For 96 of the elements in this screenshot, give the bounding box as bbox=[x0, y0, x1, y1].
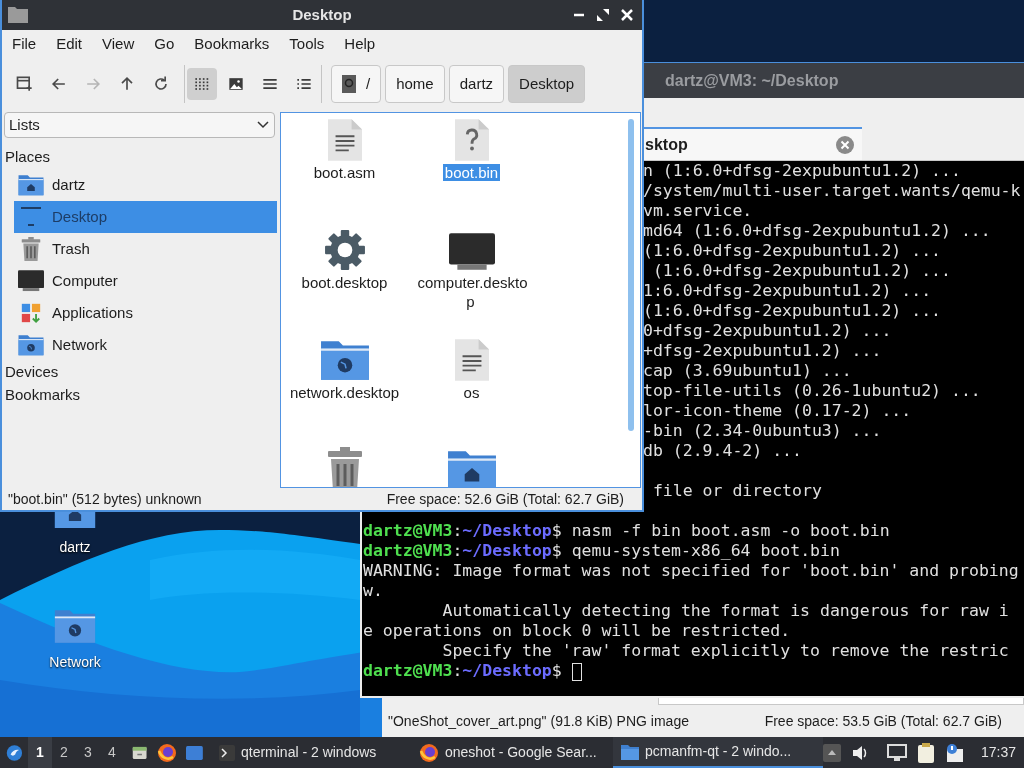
terminal-line: Specify the 'raw' format explicitly to remove the restric bbox=[441, 641, 1009, 661]
terminal-line: e operations on block 0 will be restricted. bbox=[363, 621, 791, 641]
close-icon[interactable] bbox=[620, 8, 634, 22]
section-header: Places bbox=[5, 146, 51, 167]
folder-icon bbox=[620, 743, 639, 760]
menu-item[interactable]: Bookmarks bbox=[194, 32, 270, 56]
chevron-down-icon bbox=[256, 120, 270, 130]
new-tab-icon bbox=[15, 74, 35, 94]
terminal-tab[interactable]: sktop bbox=[644, 127, 862, 160]
terminal-line: (1:6.0+dfsg-2expubuntu1.2) ... bbox=[651, 261, 951, 281]
desktop-icon-label[interactable]: Network bbox=[49, 652, 101, 673]
notification-icon[interactable] bbox=[944, 742, 965, 763]
sidebar-item[interactable]: Applications bbox=[14, 297, 277, 329]
menu-item[interactable]: Tools bbox=[289, 32, 325, 56]
sidebar-item[interactable]: Network bbox=[14, 329, 277, 361]
trash-icon bbox=[326, 447, 363, 487]
sidebar-item[interactable]: Trash bbox=[14, 233, 277, 265]
terminal-line: w. bbox=[363, 581, 383, 601]
grid-item[interactable]: computer.desktop bbox=[408, 223, 535, 333]
task-button[interactable]: oneshot - Google Sear... bbox=[410, 737, 609, 768]
grid-item[interactable]: boot.asm bbox=[281, 113, 408, 223]
text-file-icon bbox=[454, 339, 489, 381]
scrollbar[interactable] bbox=[628, 119, 634, 431]
text-file-icon bbox=[327, 119, 362, 161]
dropdown[interactable]: Lists bbox=[4, 112, 275, 138]
terminal-line: lor-icon-theme (0.17-2) ... bbox=[643, 401, 912, 421]
section-header: Devices bbox=[5, 362, 59, 383]
task-button[interactable]: qterminal - 2 windows bbox=[210, 737, 407, 768]
network-icon[interactable] bbox=[886, 743, 907, 762]
menu-item[interactable]: View bbox=[102, 32, 135, 56]
status-text: "OneShot_cover_art.png" (91.8 KiB) PNG image bbox=[388, 711, 689, 731]
terminal-line: +dfsg-2expubuntu1.2) ... bbox=[643, 341, 882, 361]
task-button[interactable]: pcmanfm-qt - 2 windo... bbox=[612, 737, 823, 768]
grid-item[interactable]: boot.desktop bbox=[281, 223, 408, 333]
menu-item[interactable]: File bbox=[12, 32, 37, 56]
path-button[interactable]: dartz bbox=[448, 65, 505, 103]
terminal-line: cap (3.69ubuntu1) ... bbox=[643, 361, 852, 381]
workspace-button[interactable]: 2 bbox=[51, 737, 76, 768]
network-folder-icon bbox=[18, 334, 44, 356]
terminal-line: db (2.9.4-2) ... bbox=[643, 441, 802, 461]
trash-icon bbox=[21, 237, 41, 261]
terminal-line: 1:6.0+dfsg-2expubuntu1.2) ... bbox=[643, 281, 932, 301]
path-button[interactable]: home bbox=[385, 65, 445, 103]
status-text: "boot.bin" (512 bytes) unknown bbox=[8, 489, 202, 509]
terminal-line: (1:6.0+dfsg-2expubuntu1.2) ... bbox=[643, 301, 941, 321]
unknown-file-icon bbox=[454, 119, 489, 161]
workspace-button[interactable]: 1 bbox=[27, 737, 52, 768]
window-title: Desktop bbox=[292, 4, 352, 25]
terminal-line: dartz@VM3:~/Desktop$ nasm -f bin boot.asm -o boot.bin bbox=[363, 521, 890, 541]
terminal-line: md64 (1:6.0+dfsg-2expubuntu1.2) ... bbox=[643, 221, 991, 241]
workspace-button[interactable]: 3 bbox=[75, 737, 100, 768]
menu-item[interactable]: Edit bbox=[56, 32, 83, 56]
monitor-icon bbox=[448, 233, 495, 271]
clipboard-icon[interactable] bbox=[916, 742, 935, 763]
home-folder-icon bbox=[18, 174, 44, 196]
view-mode-button[interactable] bbox=[187, 68, 217, 100]
maximize-icon[interactable] bbox=[596, 8, 610, 22]
search-icon bbox=[342, 75, 356, 93]
browser-icon[interactable] bbox=[157, 742, 178, 763]
terminal-line: dartz@VM3:~/Desktop$ qemu-system-x86_64 boot.bin bbox=[363, 541, 840, 561]
terminal-line: -bin (2.34-0ubuntu3) ... bbox=[643, 421, 882, 441]
folder-icon bbox=[8, 7, 28, 23]
desktop-icon-label[interactable]: dartz bbox=[59, 537, 91, 558]
menu-item[interactable]: Go bbox=[154, 32, 175, 56]
terminal-line: n (1:6.0+dfsg-2expubuntu1.2) ... bbox=[643, 161, 961, 181]
free-space-text: Free space: 52.6 GiB (Total: 62.7 GiB) bbox=[386, 489, 624, 509]
browser-icon bbox=[418, 742, 439, 763]
terminal-line: dartz@VM3:~/Desktop$ bbox=[363, 661, 582, 681]
grid-item[interactable]: os bbox=[408, 333, 535, 443]
terminal-line: WARNING: Image format was not specified for 'boot.bin' and probing bbox=[363, 561, 1019, 581]
section-header: Bookmarks bbox=[5, 385, 81, 406]
terminal-line: Automatically detecting the format is dangerous for raw i bbox=[441, 601, 1009, 621]
apps-icon bbox=[20, 302, 42, 324]
terminal-line: (1:6.0+dfsg-2expubuntu1.2) ... bbox=[643, 241, 941, 261]
free-space-text: Free space: 53.5 GiB (Total: 62.7 GiB) bbox=[764, 711, 1002, 731]
workspace-button[interactable]: 4 bbox=[99, 737, 124, 768]
path-button[interactable]: Desktop bbox=[508, 65, 586, 103]
window-icon[interactable] bbox=[186, 743, 203, 762]
clock: 17:37 bbox=[980, 743, 1016, 762]
desktop-icon bbox=[19, 205, 43, 229]
menu-item[interactable]: Help bbox=[344, 32, 376, 56]
window-title: dartz@VM3: ~/Desktop bbox=[665, 70, 839, 91]
gear-icon bbox=[323, 229, 366, 271]
path-button[interactable]: / bbox=[331, 65, 382, 103]
sidebar-item[interactable]: dartz bbox=[14, 169, 277, 201]
network-folder-icon bbox=[319, 339, 370, 381]
speaker-icon[interactable] bbox=[850, 743, 869, 762]
grid-item[interactable]: network.desktop bbox=[281, 333, 408, 443]
terminal-line: top-file-utils (0.26-1ubuntu2) ... bbox=[643, 381, 981, 401]
terminal-line: 0+dfsg-2expubuntu1.2) ... bbox=[643, 321, 892, 341]
terminal-line: /system/multi-user.target.wants/qemu-k bbox=[643, 181, 1021, 201]
monitor-icon bbox=[18, 270, 44, 292]
terminal-line: vm.service. bbox=[643, 201, 753, 221]
terminal-line: file or directory bbox=[651, 481, 822, 501]
terminal-icon bbox=[218, 744, 235, 761]
sidebar-item[interactable]: Computer bbox=[14, 265, 277, 297]
